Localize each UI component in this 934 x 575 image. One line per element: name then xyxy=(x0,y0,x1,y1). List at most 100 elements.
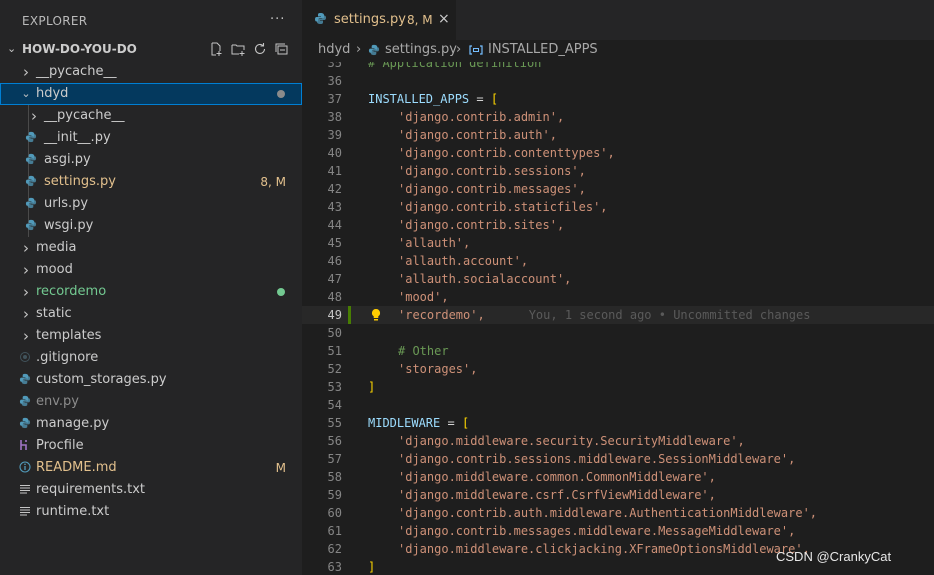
tree-item-label: manage.py xyxy=(36,416,110,431)
line-number: 39 xyxy=(327,128,342,142)
code-token: # Other xyxy=(398,344,449,358)
breadcrumb-symbol[interactable]: INSTALLED_APPS xyxy=(488,42,598,57)
tree-item-label: custom_storages.py xyxy=(36,372,167,387)
file-item[interactable]: env.py xyxy=(0,391,302,413)
python-file-icon xyxy=(24,194,38,216)
project-header[interactable]: ⌄ HOW-DO-YOU-DO xyxy=(0,39,302,61)
line-number: 53 xyxy=(327,380,342,394)
code-text: 'django.contrib.messages', xyxy=(398,180,586,198)
code-text: 'allauth.socialaccount', xyxy=(398,270,571,288)
code-token: ] xyxy=(368,560,376,574)
tree-item-label: templates xyxy=(36,328,102,343)
tree-item-label: runtime.txt xyxy=(36,504,110,519)
python-file-icon xyxy=(18,414,32,436)
file-item[interactable]: wsgi.py xyxy=(0,215,302,237)
tab-bar: settings.py 8, M × xyxy=(302,0,934,40)
tree-item-label: __init__.py xyxy=(44,130,111,145)
code-text: 'django.contrib.sites', xyxy=(398,216,564,234)
new-folder-icon[interactable] xyxy=(230,41,246,57)
collapse-all-icon[interactable] xyxy=(274,41,290,57)
chevron-right-icon: › xyxy=(23,305,29,323)
code-line: 54 xyxy=(302,396,934,414)
variable-symbol-icon xyxy=(469,44,483,60)
tree-item-label: settings.py xyxy=(44,174,116,189)
tree-item-label: Procfile xyxy=(36,438,84,453)
file-item[interactable]: Procfile xyxy=(0,435,302,457)
file-item[interactable]: requirements.txt xyxy=(0,479,302,501)
code-token: 'django.contrib.messages.middleware.Mess… xyxy=(398,524,796,538)
line-number: 54 xyxy=(327,398,342,412)
file-item[interactable]: custom_storages.py xyxy=(0,369,302,391)
chevron-right-icon: › xyxy=(23,63,29,81)
file-item[interactable]: .gitignore xyxy=(0,347,302,369)
file-item[interactable]: manage.py xyxy=(0,413,302,435)
folder-item[interactable]: › mood xyxy=(0,259,302,281)
line-number: 43 xyxy=(327,200,342,214)
code-editor[interactable]: 35 # Application definition 36 37 INSTALLED_… xyxy=(302,62,934,575)
folder-item[interactable]: ⌄ hdyd xyxy=(0,83,302,105)
code-line: 38 'django.contrib.admin', xyxy=(302,108,934,126)
status-dot xyxy=(277,90,285,98)
bracket: [ xyxy=(461,416,470,430)
code-token: # Application definition xyxy=(368,62,542,70)
file-item[interactable]: runtime.txt xyxy=(0,501,302,523)
folder-item[interactable]: › recordemo xyxy=(0,281,302,303)
code-text: 'django.middleware.clickjacking.XFrameOp… xyxy=(398,540,810,558)
more-actions-icon[interactable]: ··· xyxy=(270,12,285,27)
status-dot xyxy=(277,288,285,296)
line-number: 42 xyxy=(327,182,342,196)
tree-item-label: __pycache__ xyxy=(36,64,117,79)
code-text: 'django.contrib.auth.middleware.Authenti… xyxy=(398,504,817,522)
operator: = xyxy=(440,416,462,430)
chevron-down-icon: ⌄ xyxy=(21,87,31,100)
file-item[interactable]: asgi.py xyxy=(0,149,302,171)
chevron-right-icon: › xyxy=(23,327,29,345)
file-item[interactable]: README.md M xyxy=(0,457,302,479)
file-item[interactable]: urls.py xyxy=(0,193,302,215)
folder-item[interactable]: › templates xyxy=(0,325,302,347)
code-text: 'django.middleware.csrf.CsrfViewMiddlewa… xyxy=(398,486,716,504)
folder-item[interactable]: › __pycache__ xyxy=(0,61,302,83)
code-token: 'django.contrib.messages', xyxy=(398,182,586,196)
breadcrumb-file[interactable]: settings.py xyxy=(385,42,457,57)
code-line: 50 xyxy=(302,324,934,342)
tree-item-label: env.py xyxy=(36,394,79,409)
code-line: 51 # Other xyxy=(302,342,934,360)
file-item[interactable]: __init__.py xyxy=(0,127,302,149)
code-line: 59 'django.middleware.csrf.CsrfViewMiddle… xyxy=(302,486,934,504)
tree-item-label: mood xyxy=(36,262,73,277)
code-text: 'django.contrib.auth', xyxy=(398,126,557,144)
line-number: 48 xyxy=(327,290,342,304)
close-icon[interactable]: × xyxy=(438,11,450,27)
breadcrumb-separator: › xyxy=(356,42,362,57)
folder-item[interactable]: › static xyxy=(0,303,302,325)
line-number: 38 xyxy=(327,110,342,124)
line-number: 45 xyxy=(327,236,342,250)
code-token: 'allauth.account', xyxy=(398,254,529,268)
code-line: 55 MIDDLEWARE = [ xyxy=(302,414,934,432)
git-status-badge: 8, M xyxy=(260,175,286,189)
line-number: 52 xyxy=(327,362,342,376)
tab-label: settings.py xyxy=(334,12,406,27)
code-line: 39 'django.contrib.auth', xyxy=(302,126,934,144)
breadcrumb: hdyd › settings.py › INSTALLED_APPS xyxy=(302,40,934,62)
folder-item[interactable]: › media xyxy=(0,237,302,259)
line-number: 55 xyxy=(327,416,342,430)
code-line: 53] xyxy=(302,378,934,396)
breadcrumb-folder[interactable]: hdyd xyxy=(318,42,350,57)
code-token: 'django.middleware.common.CommonMiddlewa… xyxy=(398,470,716,484)
line-number: 37 xyxy=(327,92,342,106)
refresh-icon[interactable] xyxy=(252,41,268,57)
explorer-sidebar: EXPLORER ··· ⌄ HOW-DO-YOU-DO › __pycache_… xyxy=(0,0,302,575)
tab-settings-py[interactable]: settings.py 8, M × xyxy=(302,0,456,40)
tree-item-label: urls.py xyxy=(44,196,89,211)
new-file-icon[interactable] xyxy=(208,41,224,57)
code-text: 'storages', xyxy=(398,360,477,378)
file-item[interactable]: settings.py 8, M xyxy=(0,171,302,193)
code-text: MIDDLEWARE = [ xyxy=(368,414,469,432)
folder-item[interactable]: › __pycache__ xyxy=(0,105,302,127)
code-line: 35 # Application definition xyxy=(302,62,934,72)
code-token: 'recordemo', xyxy=(398,308,485,322)
code-text: # Application definition xyxy=(368,62,541,72)
code-token: MIDDLEWARE = [ xyxy=(368,416,469,430)
